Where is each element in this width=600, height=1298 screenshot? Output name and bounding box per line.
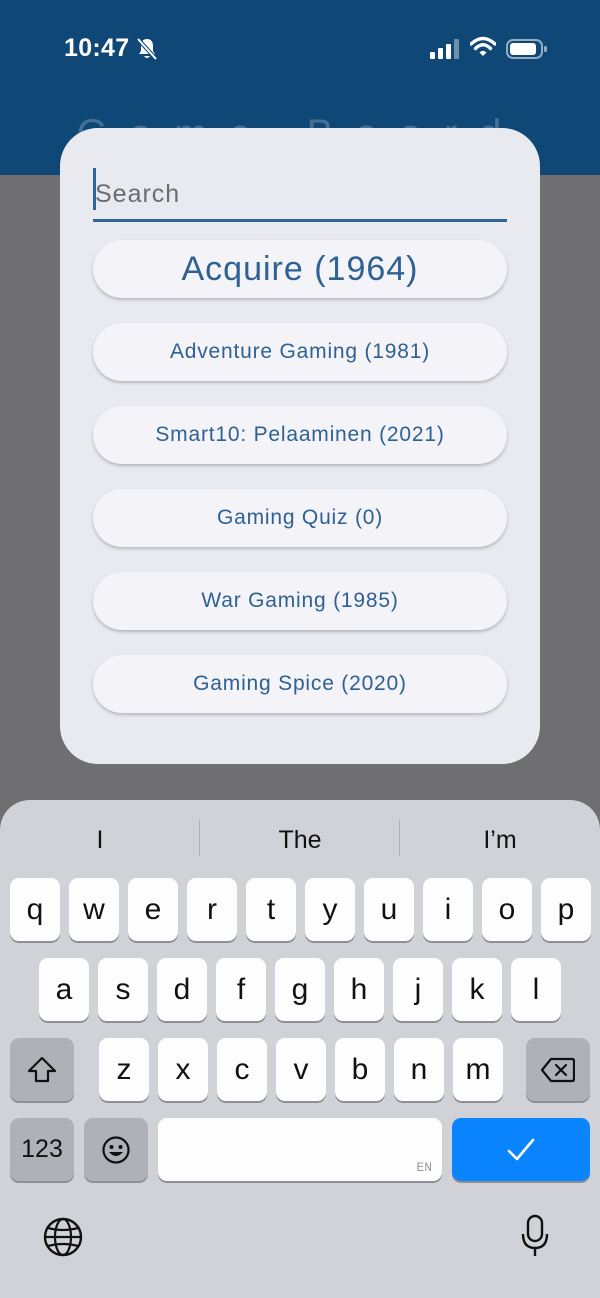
result-item[interactable]: Acquire (1964): [93, 240, 507, 298]
backspace-icon: [541, 1057, 575, 1082]
result-item[interactable]: Gaming Quiz (0): [93, 489, 507, 547]
key-a[interactable]: a: [39, 958, 89, 1021]
done-key[interactable]: [452, 1118, 590, 1181]
search-dialog: Acquire (1964) Adventure Gaming (1981) S…: [60, 128, 540, 764]
suggestion-2[interactable]: The: [200, 822, 400, 858]
key-q[interactable]: q: [10, 878, 60, 941]
emoji-icon: [102, 1135, 130, 1164]
checkmark-icon: [507, 1138, 535, 1160]
key-x[interactable]: x: [158, 1038, 208, 1101]
key-j[interactable]: j: [393, 958, 443, 1021]
globe-icon[interactable]: [42, 1216, 84, 1258]
key-p[interactable]: p: [541, 878, 591, 941]
key-k[interactable]: k: [452, 958, 502, 1021]
status-bar: 10:47: [0, 0, 600, 100]
cellular-signal-icon: [430, 39, 459, 59]
shift-key[interactable]: [10, 1038, 74, 1101]
key-f[interactable]: f: [216, 958, 266, 1021]
bell-off-icon: [136, 37, 158, 61]
wifi-icon: [470, 36, 496, 56]
search-input[interactable]: [93, 166, 507, 219]
key-h[interactable]: h: [334, 958, 384, 1021]
text-cursor: [93, 168, 96, 210]
key-l[interactable]: l: [511, 958, 561, 1021]
result-item[interactable]: Smart10: Pelaaminen (2021): [93, 406, 507, 464]
search-field[interactable]: [93, 166, 507, 222]
battery-icon: [506, 39, 547, 59]
key-y[interactable]: y: [305, 878, 355, 941]
key-o[interactable]: o: [482, 878, 532, 941]
key-i[interactable]: i: [423, 878, 473, 941]
key-t[interactable]: t: [246, 878, 296, 941]
result-item[interactable]: War Gaming (1985): [93, 572, 507, 630]
key-b[interactable]: b: [335, 1038, 385, 1101]
status-time: 10:47: [64, 34, 130, 62]
key-c[interactable]: c: [217, 1038, 267, 1101]
key-v[interactable]: v: [276, 1038, 326, 1101]
numbers-key[interactable]: 123: [10, 1118, 74, 1181]
key-s[interactable]: s: [98, 958, 148, 1021]
suggestion-3[interactable]: I’m: [400, 822, 600, 858]
key-w[interactable]: w: [69, 878, 119, 941]
emoji-key[interactable]: [84, 1118, 148, 1181]
shift-icon: [27, 1056, 57, 1082]
key-m[interactable]: m: [453, 1038, 503, 1101]
keyboard-language-label: EN: [416, 1160, 432, 1175]
suggestion-1[interactable]: I: [0, 822, 200, 858]
key-n[interactable]: n: [394, 1038, 444, 1101]
key-u[interactable]: u: [364, 878, 414, 941]
microphone-icon[interactable]: [520, 1214, 550, 1258]
backspace-key[interactable]: [526, 1038, 590, 1101]
key-d[interactable]: d: [157, 958, 207, 1021]
key-e[interactable]: e: [128, 878, 178, 941]
key-r[interactable]: r: [187, 878, 237, 941]
result-item[interactable]: Gaming Spice (2020): [93, 655, 507, 713]
space-key[interactable]: EN: [158, 1118, 442, 1181]
key-z[interactable]: z: [99, 1038, 149, 1101]
key-g[interactable]: g: [275, 958, 325, 1021]
result-item[interactable]: Adventure Gaming (1981): [93, 323, 507, 381]
